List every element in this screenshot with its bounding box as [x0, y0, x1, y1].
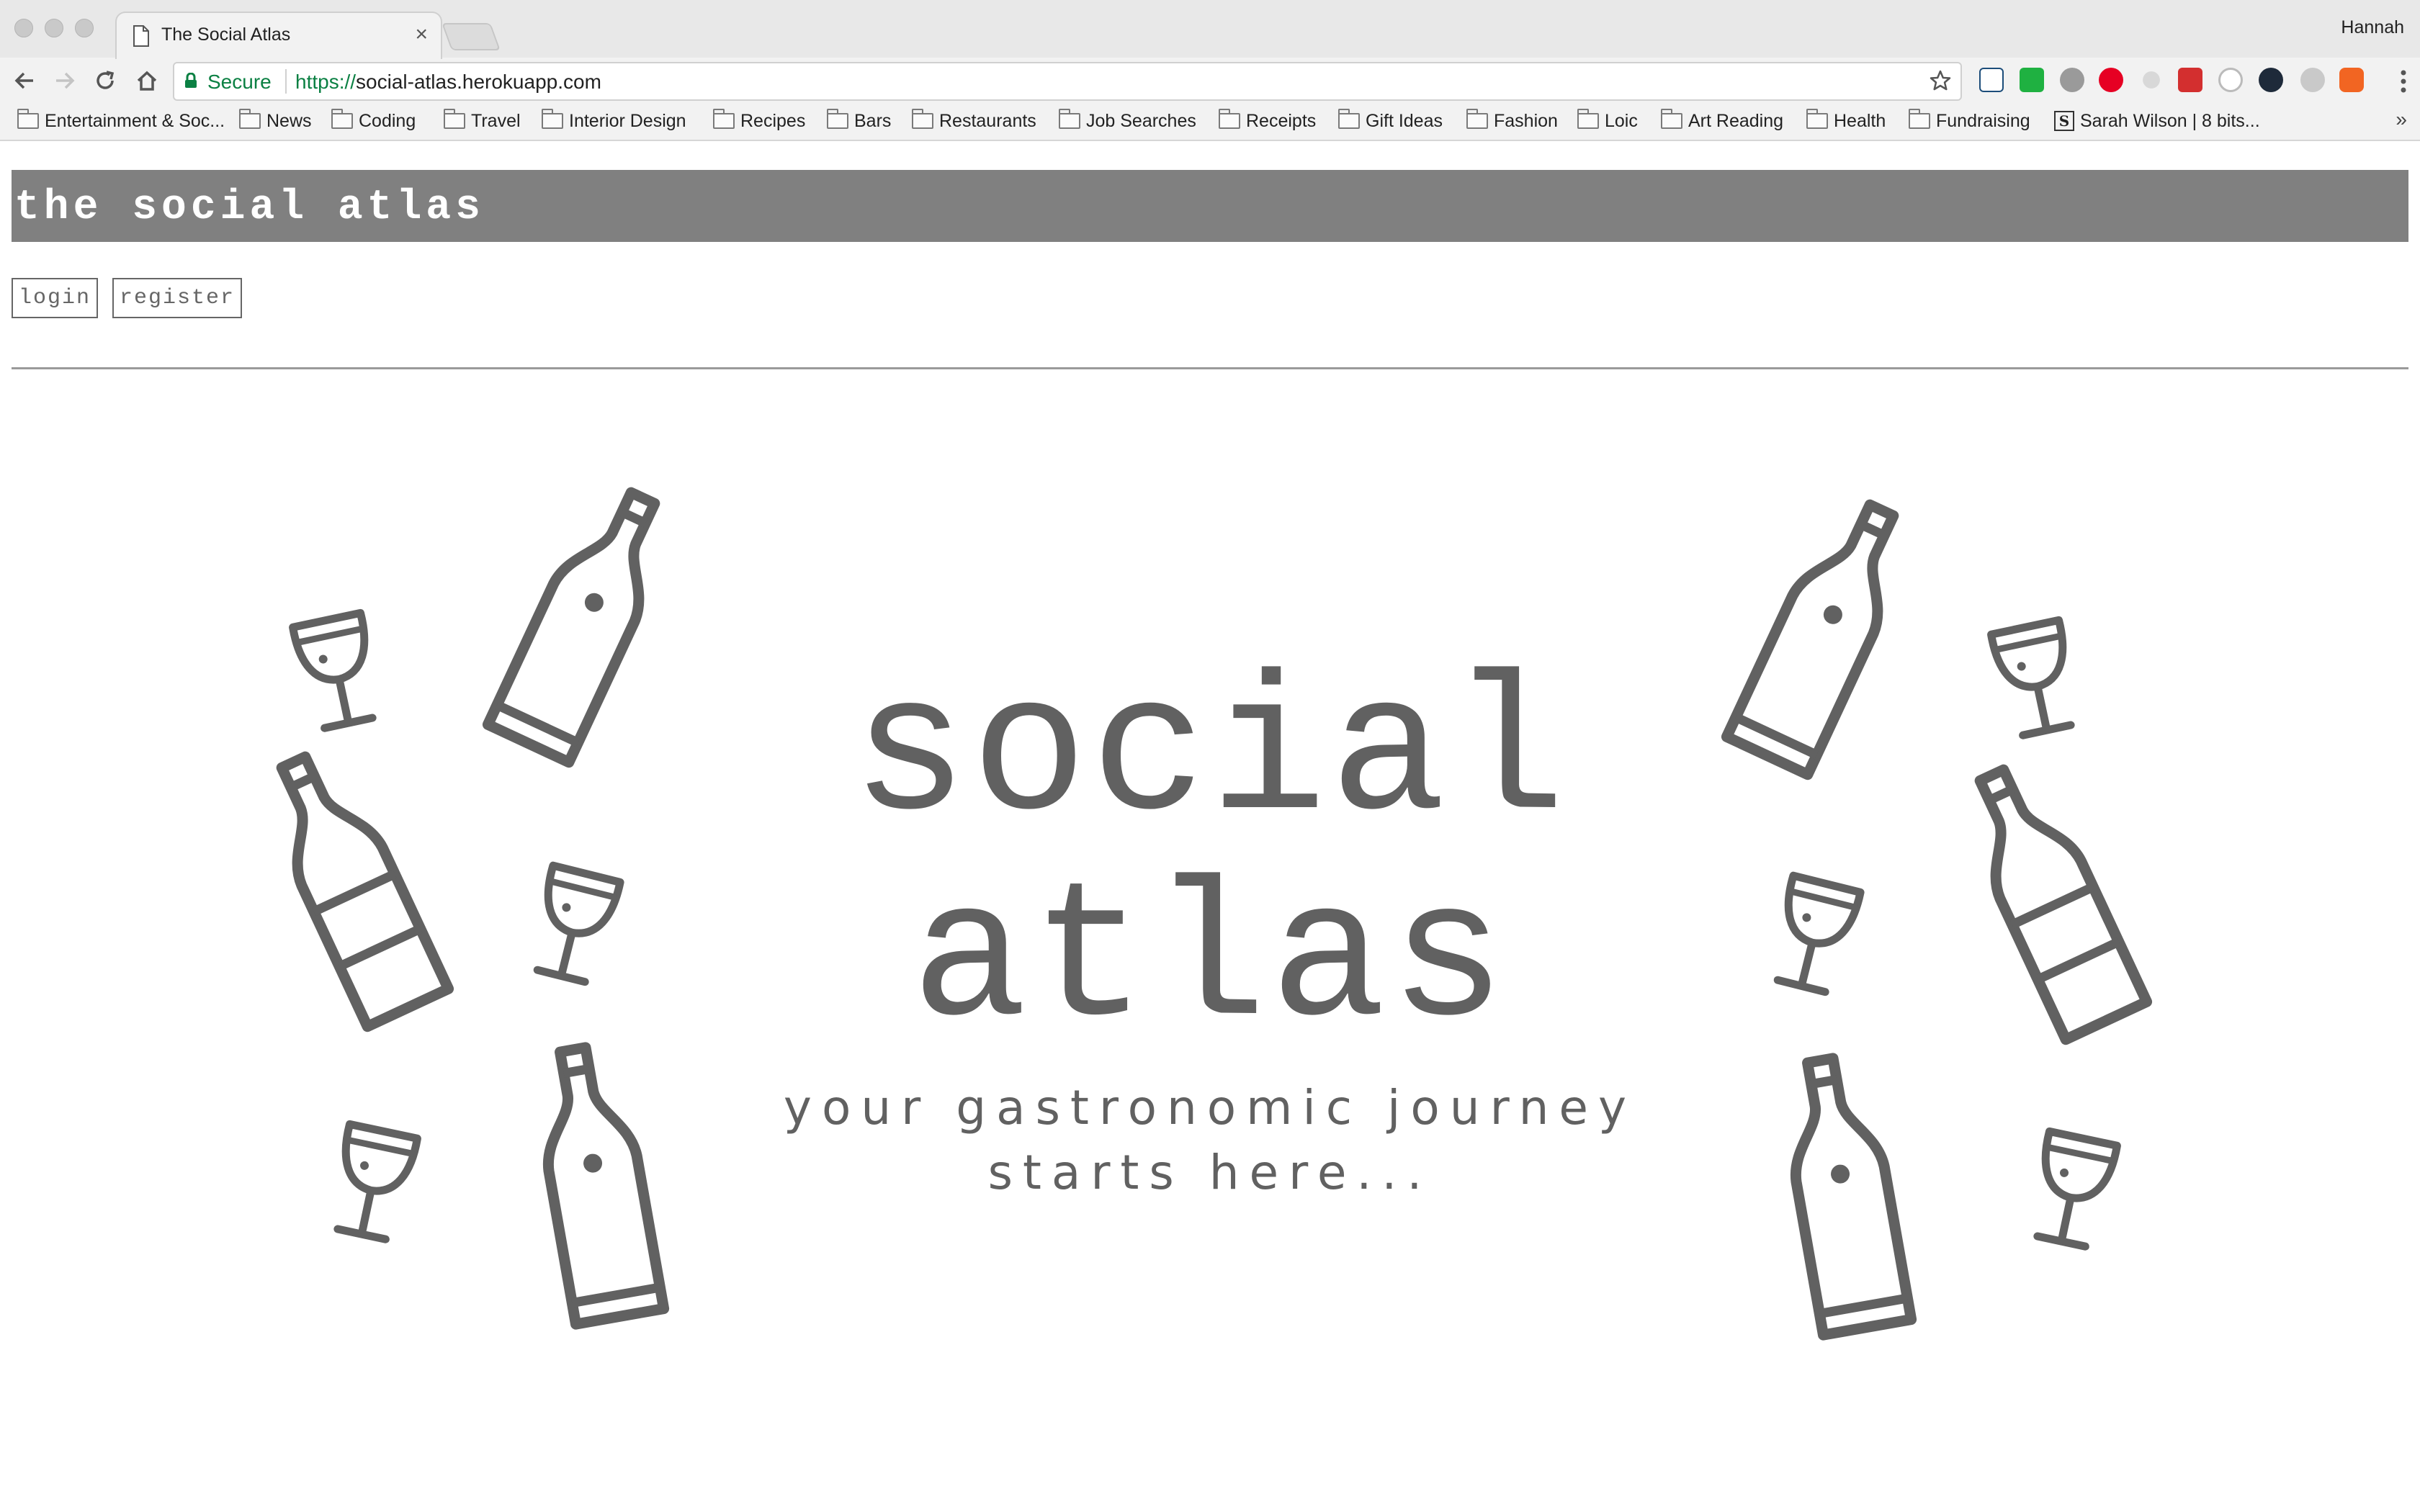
folder-icon [713, 109, 735, 129]
y-extension-icon[interactable] [2300, 68, 2325, 92]
bookmark-item[interactable]: Recipes [713, 107, 805, 135]
gray-extension-icon[interactable] [2143, 71, 2160, 89]
hero-tagline-line-2: starts here... [987, 1145, 1433, 1200]
profile-name[interactable]: Hannah [2341, 17, 2404, 38]
bookmark-item[interactable]: Fundraising [1909, 107, 2030, 135]
bookmark-item[interactable]: News [239, 107, 312, 135]
back-icon[interactable] [12, 68, 37, 94]
folder-icon [1577, 109, 1599, 129]
green-extension-icon[interactable] [2020, 68, 2044, 92]
bookmark-label: Job Searches [1086, 110, 1196, 131]
bookmark-item[interactable]: Entertainment & Soc... [17, 107, 225, 135]
bookmark-item[interactable]: Job Searches [1059, 107, 1196, 135]
secure-label: Secure [207, 71, 272, 93]
bookmark-item[interactable]: Restaurants [912, 107, 1036, 135]
bookmark-item[interactable]: Fashion [1466, 107, 1558, 135]
register-button[interactable]: register [112, 278, 242, 318]
bookmark-label: Loic [1605, 110, 1638, 131]
new-tab-button[interactable] [442, 23, 501, 50]
tab-title: The Social Atlas [161, 24, 291, 45]
bookmark-item[interactable]: Travel [444, 107, 521, 135]
home-icon[interactable] [134, 68, 160, 94]
bookmark-label: Interior Design [569, 110, 686, 131]
bookmark-item[interactable]: Health [1806, 107, 1886, 135]
bookmark-label: Gift Ideas [1366, 110, 1443, 131]
window-minimize-icon[interactable] [45, 19, 63, 37]
bookmark-label: Coding [359, 110, 416, 131]
folder-icon [1219, 109, 1240, 129]
folder-icon [1338, 109, 1360, 129]
bookmark-item[interactable]: S Sarah Wilson | 8 bits... [2054, 107, 2260, 135]
url-separator [285, 69, 287, 94]
site-header: the social atlas [12, 170, 2408, 242]
hero-section: social atlas your gastronomic journey st… [0, 461, 2420, 1368]
login-button[interactable]: login [12, 278, 98, 318]
browser-titlebar: The Social Atlas × Hannah [0, 0, 2420, 59]
bookmark-item[interactable]: Coding [331, 107, 416, 135]
bookmark-label: Entertainment & Soc... [45, 110, 225, 131]
browser-menu-icon[interactable] [2400, 69, 2407, 94]
window-maximize-icon[interactable] [75, 19, 94, 37]
cloud-hq-extension-icon[interactable] [1979, 68, 2004, 92]
bookmark-label: News [266, 110, 312, 131]
window-close-icon[interactable] [14, 19, 33, 37]
bookmark-label: Recipes [740, 110, 806, 131]
divider [12, 367, 2408, 369]
bookmark-label: Travel [471, 110, 521, 131]
lock-icon [185, 73, 197, 88]
folder-icon [17, 109, 39, 129]
circle-extension-icon[interactable] [2218, 68, 2243, 92]
bookmark-item[interactable]: Gift Ideas [1338, 107, 1443, 135]
bookmark-label: Receipts [1246, 110, 1317, 131]
bookmark-label: Bars [854, 110, 892, 131]
site-favicon-icon: S [2054, 111, 2074, 131]
folder-icon [1466, 109, 1488, 129]
bug-extension-icon[interactable] [2060, 68, 2084, 92]
tab-close-icon[interactable]: × [415, 23, 428, 46]
orange-extension-icon[interactable] [2339, 68, 2364, 92]
site-title[interactable]: the social atlas [14, 184, 485, 231]
folder-icon [827, 109, 848, 129]
folder-icon [542, 109, 563, 129]
forward-icon[interactable] [52, 68, 78, 94]
bookmark-label: Art Reading [1688, 110, 1784, 131]
hero-title-line-2: atlas [910, 852, 1510, 1072]
browser-chrome: The Social Atlas × Hannah Secure https:/… [0, 0, 2420, 141]
folder-icon [1806, 109, 1828, 129]
pinterest-icon[interactable] [2099, 68, 2123, 92]
url-host: social-atlas.herokuapp.com [356, 71, 601, 93]
bookmarks-bar: Entertainment & Soc... News Coding Travel In… [0, 104, 2420, 140]
folder-icon [239, 109, 261, 129]
document-icon [133, 25, 149, 47]
notification-extension-icon[interactable] [2178, 68, 2202, 92]
url-scheme: https:// [295, 71, 357, 93]
bookmark-item[interactable]: Loic [1577, 107, 1638, 135]
url-text[interactable]: https://social-atlas.herokuapp.com [295, 71, 601, 94]
bookmark-label: Fashion [1494, 110, 1558, 131]
hero-title-line-1: social [851, 646, 1569, 866]
folder-icon [1661, 109, 1682, 129]
folder-icon [1909, 109, 1930, 129]
bookmark-label: Fundraising [1936, 110, 2030, 131]
bookmark-label: Health [1834, 110, 1886, 131]
bookmark-item[interactable]: Interior Design [542, 107, 686, 135]
bookmark-item[interactable]: Bars [827, 107, 891, 135]
folder-icon [444, 109, 465, 129]
react-devtools-icon[interactable] [2259, 68, 2283, 92]
browser-toolbar: Secure https://social-atlas.herokuapp.co… [0, 58, 2420, 104]
bookmark-label: Restaurants [939, 110, 1036, 131]
bookmark-item[interactable]: Art Reading [1661, 107, 1783, 135]
bookmark-item[interactable]: Receipts [1219, 107, 1316, 135]
more-bookmarks-icon[interactable]: » [2396, 108, 2407, 131]
folder-icon [912, 109, 933, 129]
hero-tagline-line-1: your gastronomic journey [783, 1080, 1637, 1135]
bookmark-label: Sarah Wilson | 8 bits... [2080, 110, 2260, 131]
folder-icon [331, 109, 353, 129]
address-bar[interactable]: Secure https://social-atlas.herokuapp.co… [173, 62, 1962, 101]
browser-tab-active[interactable]: The Social Atlas × [115, 12, 442, 59]
bookmark-star-icon[interactable] [1929, 69, 1952, 92]
folder-icon [1059, 109, 1080, 129]
reload-icon[interactable] [92, 68, 118, 94]
